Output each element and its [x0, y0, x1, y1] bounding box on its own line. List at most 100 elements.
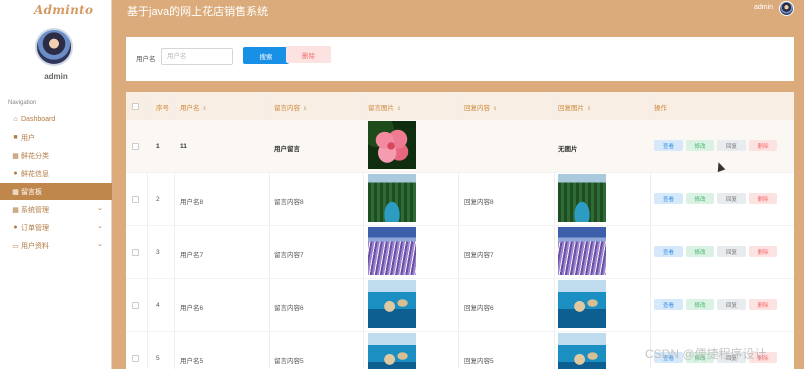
sidebar-item-label: 留言板 [21, 188, 42, 196]
cell-username: 11 [180, 143, 187, 150]
view-button[interactable]: 查看 [654, 140, 683, 151]
header-content[interactable]: 留言内容 ⇕ [274, 102, 307, 112]
chevron-down-icon: ⌄ [97, 205, 103, 212]
sidebar-item-message-board[interactable]: ▦ 留言板 [0, 183, 112, 200]
chevron-down-icon: ⌄ [97, 241, 103, 248]
edit-button[interactable]: 修改 [686, 140, 714, 151]
sort-icon: ⇕ [587, 106, 592, 112]
user-icon: ■ [13, 134, 18, 141]
header-avatar[interactable] [779, 1, 794, 16]
cell-index: 4 [156, 302, 160, 309]
view-button[interactable]: 查看 [654, 299, 683, 310]
cell-index: 3 [156, 249, 160, 256]
reply-button[interactable]: 回复 [717, 140, 746, 151]
header-actions: 操作 [654, 105, 667, 112]
delete-button[interactable]: 删除 [749, 299, 777, 310]
table-row: 1 11 用户留言 无图片 查看 修改 回复 删除 [126, 120, 794, 173]
sidebar-item-label: Dashboard [21, 116, 56, 123]
message-picture[interactable] [368, 174, 416, 222]
header-reply[interactable]: 回复内容 ⇕ [464, 102, 497, 112]
cell-reply: 回复内容8 [464, 199, 494, 206]
sidebar-item-label: 鲜花信息 [21, 170, 49, 178]
header-index: 序号 [156, 105, 169, 112]
chevron-down-icon: ⌄ [97, 223, 103, 230]
header-username[interactable]: 用户名 ⇕ [180, 102, 207, 112]
sort-icon: ⇕ [397, 106, 402, 112]
sidebar-username: admin [44, 72, 68, 81]
batch-delete-button[interactable]: 删除 [286, 46, 331, 63]
sidebar-item-dashboard[interactable]: ⌂ Dashboard [0, 111, 112, 128]
cell-content: 留言内容5 [274, 358, 304, 365]
grid-icon: ▦ [12, 188, 19, 196]
cell-reply: 回复内容7 [464, 252, 494, 259]
reply-button[interactable]: 回复 [717, 246, 746, 257]
cell-content: 用户留言 [274, 146, 300, 153]
view-button[interactable]: 查看 [654, 246, 683, 257]
reply-picture[interactable] [558, 174, 606, 222]
table-row: 3 用户名7 留言内容7 回复内容7 查看 修改 回复 删除 [126, 226, 794, 279]
header-reply-picture[interactable]: 回复图片 ⇕ [558, 102, 591, 112]
message-table: 序号 用户名 ⇕ 留言内容 ⇕ 留言图片 ⇕ 回复内容 ⇕ 回复图片 ⇕ 操作 1 11 … [126, 92, 794, 369]
row-checkbox[interactable] [132, 249, 139, 256]
table-header [126, 92, 794, 120]
select-all-checkbox[interactable] [132, 103, 139, 110]
reply-button[interactable]: 回复 [717, 193, 746, 204]
row-checkbox[interactable] [132, 143, 139, 150]
message-picture[interactable] [368, 227, 416, 275]
sidebar-item-profile[interactable]: ▭ 用户资料 ⌄ [0, 237, 112, 254]
sort-icon: ⇕ [493, 106, 498, 112]
edit-button[interactable]: 修改 [686, 299, 714, 310]
edit-button[interactable]: 修改 [686, 193, 714, 204]
search-panel: 用户名 搜索 删除 [126, 37, 794, 81]
message-picture[interactable] [368, 121, 416, 169]
cell-index: 2 [156, 196, 160, 203]
reply-picture[interactable] [558, 280, 606, 328]
card-icon: ▭ [12, 242, 19, 250]
avatar[interactable] [35, 28, 73, 66]
cell-username: 用户名7 [180, 252, 204, 259]
watermark: CSDN @便捷程序设计 [645, 347, 767, 361]
cell-content: 留言内容7 [274, 252, 304, 259]
reply-picture[interactable] [558, 227, 606, 275]
cell-username: 用户名5 [180, 358, 204, 365]
home-icon: ⌂ [13, 116, 18, 123]
row-checkbox[interactable] [132, 196, 139, 203]
reply-button[interactable]: 回复 [717, 299, 746, 310]
delete-button[interactable]: 删除 [749, 193, 777, 204]
sort-icon: ⇕ [303, 106, 308, 112]
view-button[interactable]: 查看 [654, 193, 683, 204]
search-label: 用户名 [136, 56, 156, 63]
delete-button[interactable]: 删除 [749, 246, 777, 257]
row-checkbox[interactable] [132, 302, 139, 309]
person-icon: ● [13, 170, 18, 177]
sidebar-item-system[interactable]: ▦ 系统管理 ⌄ [0, 201, 112, 218]
message-picture[interactable] [368, 333, 416, 369]
sidebar-item-flower-category[interactable]: ▦ 鲜花分类 [0, 147, 112, 164]
reply-picture[interactable] [558, 333, 606, 369]
cell-reply: 回复内容5 [464, 358, 494, 365]
sidebar-item-flower-info[interactable]: ● 鲜花信息 [0, 165, 112, 182]
cell-username: 用户名6 [180, 305, 204, 312]
sidebar: Adminto admin Navigation ⌂ Dashboard ■ 用… [0, 0, 112, 369]
sidebar-item-label: 用户 [21, 134, 35, 142]
header-picture[interactable]: 留言图片 ⇕ [368, 102, 401, 112]
grid-icon: ▦ [12, 206, 19, 214]
search-input[interactable] [161, 48, 233, 65]
sidebar-item-users[interactable]: ■ 用户 [0, 129, 112, 146]
cell-content: 留言内容6 [274, 305, 304, 312]
table-row: 4 用户名6 留言内容6 回复内容6 查看 修改 回复 删除 [126, 279, 794, 332]
message-picture[interactable] [368, 280, 416, 328]
sidebar-item-label: 订单管理 [21, 224, 49, 232]
search-button[interactable]: 搜索 [243, 47, 289, 64]
cell-username: 用户名8 [180, 199, 204, 206]
edit-button[interactable]: 修改 [686, 246, 714, 257]
table-row: 2 用户名8 留言内容8 回复内容8 查看 修改 回复 删除 [126, 173, 794, 226]
sidebar-item-orders[interactable]: ● 订单管理 ⌄ [0, 219, 112, 236]
cell-index: 1 [156, 143, 160, 150]
sidebar-item-label: 用户资料 [21, 242, 49, 250]
brand-logo[interactable]: Adminto [34, 3, 93, 17]
row-checkbox[interactable] [132, 355, 139, 362]
delete-button[interactable]: 删除 [749, 140, 777, 151]
grid-icon: ▦ [12, 152, 19, 160]
header-username[interactable]: admin [754, 4, 773, 11]
